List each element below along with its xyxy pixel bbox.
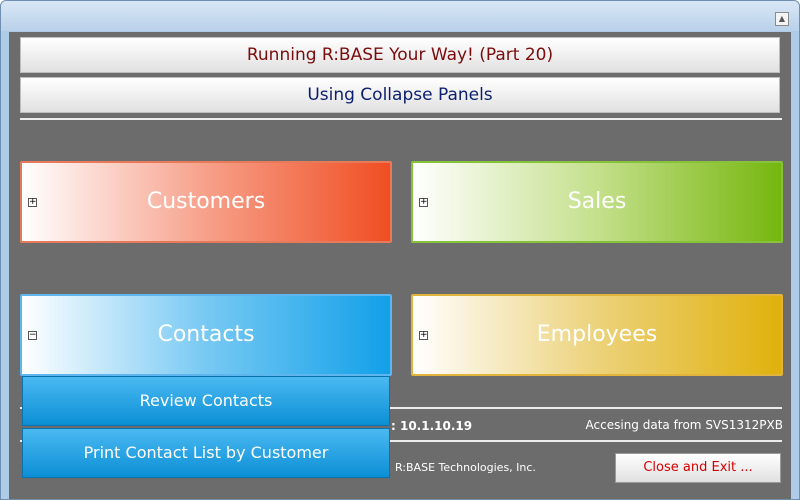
panel-label: Sales: [567, 189, 627, 214]
title-bar: ▲: [1, 1, 799, 31]
panel-label: Contacts: [157, 322, 255, 347]
divider: [20, 118, 782, 120]
print-contact-list-button[interactable]: Print Contact List by Customer: [22, 428, 390, 478]
title-banner[interactable]: Running R:BASE Your Way! (Part 20): [20, 37, 780, 73]
panel-label: Customers: [146, 189, 266, 214]
version-text: : 10.1.10.19: [391, 419, 473, 433]
copyright-text: R:BASE Technologies, Inc.: [395, 461, 536, 474]
panel-contacts[interactable]: − Contacts: [20, 294, 392, 376]
main-content: Running R:BASE Your Way! (Part 20) Using…: [9, 32, 791, 499]
panel-employees[interactable]: + Employees: [411, 294, 783, 376]
access-status: Accesing data from SVS1312PXB: [585, 418, 783, 432]
panel-label: Employees: [536, 322, 658, 347]
subtitle-banner[interactable]: Using Collapse Panels: [20, 77, 780, 113]
panel-sales[interactable]: + Sales: [411, 161, 783, 243]
panel-customers[interactable]: + Customers: [20, 161, 392, 243]
maximize-icon[interactable]: ▲: [775, 12, 789, 26]
review-contacts-button[interactable]: Review Contacts: [22, 376, 390, 426]
close-exit-button[interactable]: Close and Exit ...: [615, 453, 781, 483]
app-window: ▲ Running R:BASE Your Way! (Part 20) Usi…: [0, 0, 800, 500]
